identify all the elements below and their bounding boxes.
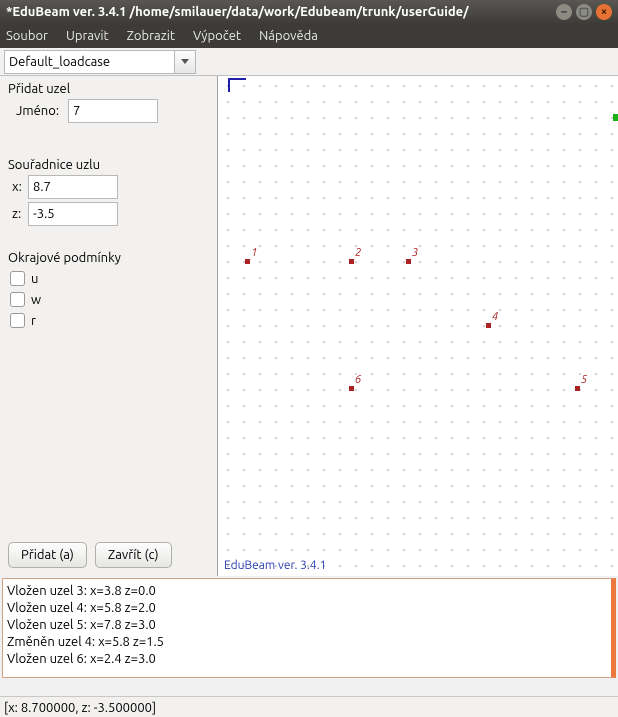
node-label: 3 xyxy=(412,247,418,259)
toolbar xyxy=(0,48,618,76)
node-marker[interactable] xyxy=(575,386,580,391)
axis-y-icon xyxy=(228,78,230,92)
node-marker[interactable] xyxy=(486,323,491,328)
bc-w-label: w xyxy=(31,293,41,307)
add-button[interactable]: Přidat (a) xyxy=(8,542,87,568)
node-marker[interactable] xyxy=(349,386,354,391)
bc-r-checkbox[interactable] xyxy=(10,313,25,328)
log-line: Vložen uzel 5: x=7.8 z=3.0 xyxy=(7,617,607,634)
loadcase-input[interactable] xyxy=(4,50,174,74)
node-label: 1 xyxy=(251,247,257,259)
log-line: Změněn uzel 4: x=5.8 z=1.5 xyxy=(7,634,607,651)
loadcase-dropdown-button[interactable] xyxy=(174,50,196,74)
menu-soubor[interactable]: Soubor xyxy=(6,29,48,43)
menu-vypocet[interactable]: Výpočet xyxy=(193,29,241,43)
chevron-down-icon xyxy=(181,59,189,64)
minimize-button[interactable]: – xyxy=(556,4,572,20)
grid-background xyxy=(218,76,618,576)
close-window-button[interactable]: × xyxy=(596,4,612,20)
menu-zobrazit[interactable]: Zobrazit xyxy=(127,29,175,43)
add-node-title: Přidat uzel xyxy=(8,82,209,96)
window-title: *EduBeam ver. 3.4.1 /home/smilauer/data/… xyxy=(6,5,556,19)
menu-bar: Soubor Upravit Zobrazit Výpočet Nápověda xyxy=(0,24,618,48)
x-input[interactable] xyxy=(28,175,118,199)
maximize-button[interactable]: ▢ xyxy=(576,4,592,20)
z-label: z: xyxy=(8,207,28,221)
bc-title: Okrajové podmínky xyxy=(8,251,209,265)
menu-napoveda[interactable]: Nápověda xyxy=(259,29,318,43)
node-marker[interactable] xyxy=(349,259,354,264)
window-titlebar: *EduBeam ver. 3.4.1 /home/smilauer/data/… xyxy=(0,0,618,24)
menu-upravit[interactable]: Upravit xyxy=(66,29,109,43)
bc-u-checkbox[interactable] xyxy=(10,271,25,286)
main-area: Přidat uzel Jméno: Souřadnice uzlu x: z:… xyxy=(0,76,618,576)
log-line: Vložen uzel 3: x=3.8 z=0.0 xyxy=(7,583,607,600)
x-label: x: xyxy=(8,180,28,194)
node-label: 4 xyxy=(492,311,498,323)
name-input[interactable] xyxy=(68,99,158,123)
node-label: 6 xyxy=(355,374,361,386)
status-bar: [x: 8.700000, z: -3.500000] xyxy=(0,696,618,717)
log-line: Vložen uzel 6: x=2.4 z=3.0 xyxy=(7,651,607,668)
node-marker[interactable] xyxy=(245,259,250,264)
canvas-watermark: EduBeam ver. 3.4.1 xyxy=(224,559,326,572)
panel-buttons: Přidat (a) Zavřít (c) xyxy=(0,534,217,576)
canvas[interactable]: 1 2 3 4 5 6 EduBeam ver. 3.4.1 xyxy=(218,76,618,576)
bc-w-checkbox[interactable] xyxy=(10,292,25,307)
loadcase-combo[interactable] xyxy=(4,50,196,74)
green-marker-icon xyxy=(613,114,618,121)
log-panel[interactable]: Vložen uzel 3: x=3.8 z=0.0Vložen uzel 4:… xyxy=(2,578,616,678)
status-text: [x: 8.700000, z: -3.500000] xyxy=(4,701,156,715)
close-button[interactable]: Zavřít (c) xyxy=(95,542,172,568)
log-line: Vložen uzel 4: x=5.8 z=2.0 xyxy=(7,600,607,617)
coords-title: Souřadnice uzlu xyxy=(8,158,209,172)
sidebar-panel: Přidat uzel Jméno: Souřadnice uzlu x: z:… xyxy=(0,76,218,576)
node-label: 5 xyxy=(581,374,587,386)
name-label: Jméno: xyxy=(8,104,58,118)
node-label: 2 xyxy=(355,247,361,259)
bc-u-label: u xyxy=(31,272,38,286)
bc-r-label: r xyxy=(31,314,36,328)
window-buttons: – ▢ × xyxy=(556,4,612,20)
axis-x-icon xyxy=(228,78,246,80)
z-input[interactable] xyxy=(28,202,118,226)
node-marker[interactable] xyxy=(406,259,411,264)
